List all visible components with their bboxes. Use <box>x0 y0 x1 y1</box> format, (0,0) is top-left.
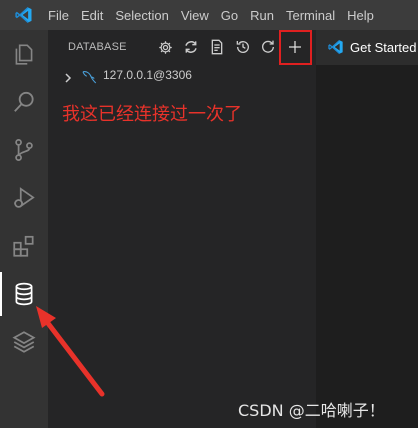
vscode-logo-icon <box>328 39 344 59</box>
database-sidebar: DATABASE 127.0.0.1@3306 我这已经连接过一次了 <box>48 30 316 428</box>
menu-help[interactable]: Help <box>347 8 382 23</box>
add-button-highlight <box>279 30 312 65</box>
menu-go[interactable]: Go <box>221 8 246 23</box>
mysql-dolphin-icon <box>80 68 98 90</box>
database-icon[interactable] <box>0 270 48 318</box>
history-icon[interactable] <box>232 36 254 58</box>
run-debug-icon[interactable] <box>0 174 48 222</box>
reload-icon[interactable] <box>257 36 279 58</box>
watermark-text: CSDN @二哈喇子！ <box>238 401 385 420</box>
editor-tab-bar: Get Started <box>316 30 418 65</box>
vscode-logo-icon[interactable] <box>0 0 48 30</box>
menu-run[interactable]: Run <box>250 8 282 23</box>
explorer-icon[interactable] <box>0 30 48 78</box>
sql-file-icon[interactable] <box>206 36 228 58</box>
menu-edit[interactable]: Edit <box>81 8 111 23</box>
menu-bar: File Edit Selection View Go Run Terminal… <box>0 0 418 30</box>
menu-view[interactable]: View <box>181 8 217 23</box>
menu-terminal[interactable]: Terminal <box>286 8 343 23</box>
tab-get-started[interactable]: Get Started <box>316 30 418 65</box>
tab-label: Get Started <box>350 40 417 55</box>
editor-area[interactable] <box>316 65 418 428</box>
menu-file[interactable]: File <box>48 8 77 23</box>
refresh-sync-icon[interactable] <box>180 36 202 58</box>
activity-bar <box>0 30 48 428</box>
extensions-icon[interactable] <box>0 222 48 270</box>
source-control-icon[interactable] <box>0 126 48 174</box>
menu-selection[interactable]: Selection <box>115 8 176 23</box>
sidebar-header: DATABASE <box>48 30 316 65</box>
search-icon[interactable] <box>0 78 48 126</box>
annotation-text: 我这已经连接过一次了 <box>62 104 242 125</box>
sidebar-title: DATABASE <box>68 41 127 53</box>
layers-icon[interactable] <box>0 318 48 366</box>
chevron-right-icon[interactable] <box>62 70 74 89</box>
connection-label[interactable]: 127.0.0.1@3306 <box>103 68 192 82</box>
settings-gear-icon[interactable] <box>154 36 176 58</box>
